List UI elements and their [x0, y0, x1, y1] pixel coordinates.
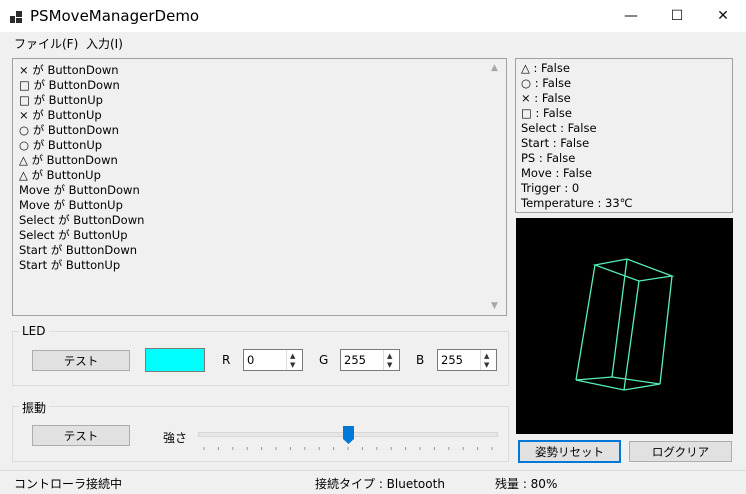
- g-stepper[interactable]: 255 ▲ ▼: [340, 349, 400, 371]
- reset-pose-button[interactable]: 姿勢リセット: [518, 440, 621, 463]
- log-line: Move が ButtonUp: [19, 198, 123, 212]
- log-line: ○ が ButtonDown: [19, 123, 119, 137]
- r-label: R: [222, 353, 231, 367]
- menu-input[interactable]: 入力(I): [86, 35, 123, 52]
- b-label: B: [416, 353, 425, 367]
- vibration-test-button[interactable]: テスト: [32, 425, 130, 446]
- status-line: △ : False: [521, 61, 570, 75]
- log-line: Select が ButtonDown: [19, 213, 145, 227]
- controller-wireframe: [575, 258, 675, 391]
- event-log-list[interactable]: × が ButtonDown □ が ButtonDown □ が Button…: [12, 58, 507, 316]
- title-bar: PSMoveManagerDemo — ☐ ✕: [0, 0, 746, 32]
- vibration-group-title: 振動: [19, 399, 50, 416]
- slider-thumb[interactable]: [342, 426, 354, 444]
- clear-log-button[interactable]: ログクリア: [629, 441, 732, 462]
- wireframe-edge: [611, 258, 628, 378]
- close-button[interactable]: ✕: [700, 0, 746, 31]
- scroll-up-icon[interactable]: ▲: [491, 63, 498, 73]
- status-line: Temperature : 33℃: [521, 196, 633, 210]
- status-line: □ : False: [521, 106, 572, 120]
- strength-slider[interactable]: [198, 424, 498, 454]
- b-value: 255: [441, 353, 463, 367]
- status-line: Move : False: [521, 166, 592, 180]
- status-line: Select : False: [521, 121, 597, 135]
- spin-up-icon[interactable]: ▲: [387, 352, 392, 360]
- r-spin-buttons[interactable]: ▲ ▼: [286, 350, 302, 370]
- log-line: □ が ButtonUp: [19, 93, 103, 107]
- spin-down-icon[interactable]: ▼: [290, 361, 295, 369]
- log-line: × が ButtonUp: [19, 108, 102, 122]
- log-line: × が ButtonDown: [19, 63, 119, 77]
- led-test-button[interactable]: テスト: [32, 350, 130, 371]
- button-status-panel: △ : False ○ : False × : False □ : False …: [515, 58, 733, 213]
- minimize-button[interactable]: —: [608, 0, 654, 31]
- spin-up-icon[interactable]: ▲: [290, 352, 295, 360]
- orientation-3d-view: [516, 218, 733, 434]
- log-scrollbar[interactable]: ▲ ▼: [489, 61, 504, 313]
- spin-up-icon[interactable]: ▲: [484, 352, 489, 360]
- wireframe-edge: [659, 275, 673, 385]
- wireframe-top-face: [592, 258, 675, 282]
- maximize-button[interactable]: ☐: [654, 0, 700, 31]
- log-line: ○ が ButtonUp: [19, 138, 103, 152]
- spin-down-icon[interactable]: ▼: [387, 361, 392, 369]
- wireframe-edge: [623, 280, 640, 391]
- status-line: Start : False: [521, 136, 590, 150]
- g-spin-buttons[interactable]: ▲ ▼: [383, 350, 399, 370]
- r-value: 0: [247, 353, 255, 367]
- strength-label: 強さ: [163, 431, 188, 445]
- log-line: △ が ButtonUp: [19, 168, 101, 182]
- spin-down-icon[interactable]: ▼: [484, 361, 489, 369]
- log-line: Start が ButtonDown: [19, 243, 138, 257]
- connection-type: 接続タイプ : Bluetooth: [315, 477, 445, 491]
- log-line: Start が ButtonUp: [19, 258, 121, 272]
- log-line: Select が ButtonUp: [19, 228, 128, 242]
- log-line: □ が ButtonDown: [19, 78, 120, 92]
- g-label: G: [319, 353, 329, 367]
- app-icon: [10, 11, 22, 23]
- wireframe-bottom-edges: [575, 379, 661, 391]
- status-line: Trigger : 0: [521, 181, 580, 195]
- battery-level: 残量 : 80%: [495, 477, 558, 491]
- b-stepper[interactable]: 255 ▲ ▼: [437, 349, 497, 371]
- status-line: × : False: [521, 91, 571, 105]
- menu-file[interactable]: ファイル(F): [14, 35, 78, 52]
- led-color-swatch[interactable]: [145, 348, 205, 372]
- led-group-title: LED: [19, 324, 49, 338]
- scroll-down-icon[interactable]: ▼: [491, 301, 498, 311]
- event-log-lines: × が ButtonDown □ が ButtonDown □ が Button…: [19, 63, 144, 273]
- log-line: △ が ButtonDown: [19, 153, 118, 167]
- window-title: PSMoveManagerDemo: [30, 7, 200, 25]
- b-spin-buttons[interactable]: ▲ ▼: [480, 350, 496, 370]
- g-value: 255: [344, 353, 366, 367]
- connection-status: コントローラ接続中: [14, 477, 123, 491]
- r-stepper[interactable]: 0 ▲ ▼: [243, 349, 303, 371]
- wireframe-edge: [575, 264, 596, 381]
- status-line: PS : False: [521, 151, 576, 165]
- log-line: Move が ButtonDown: [19, 183, 140, 197]
- status-line: ○ : False: [521, 76, 572, 90]
